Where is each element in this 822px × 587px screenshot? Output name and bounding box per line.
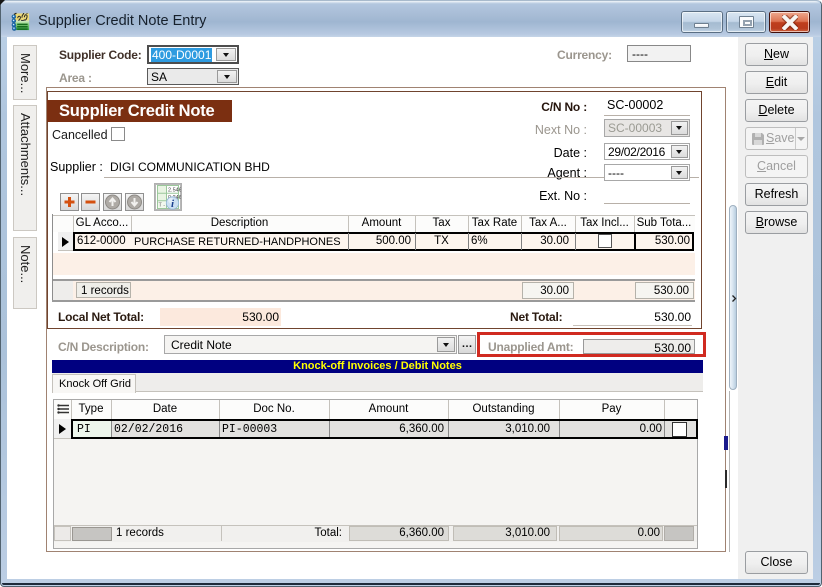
- svg-text:2.546: 2.546: [168, 188, 181, 194]
